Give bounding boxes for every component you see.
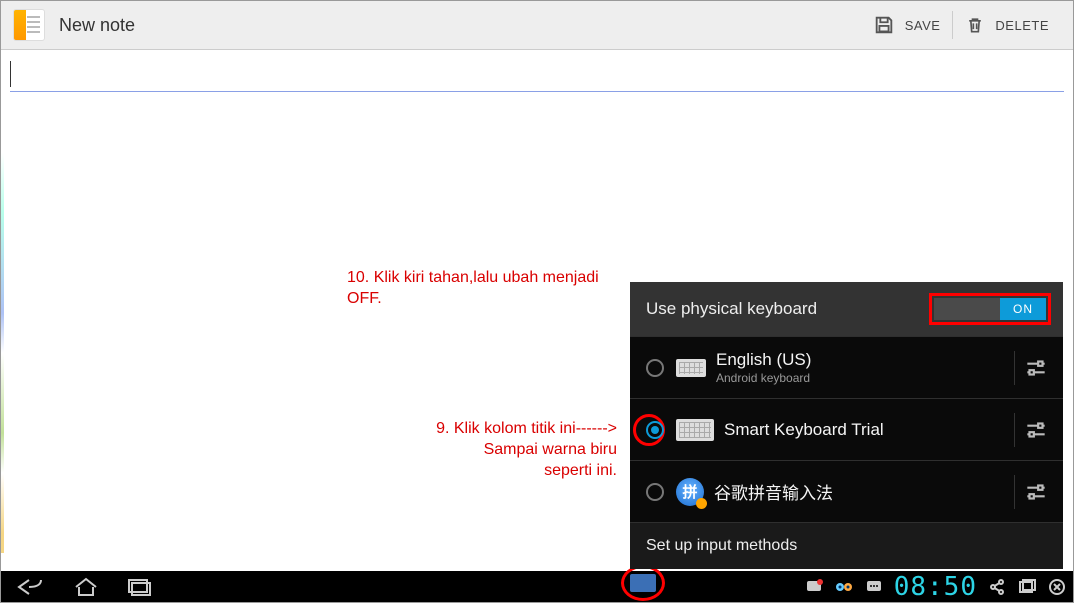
save-button[interactable]: SAVE — [861, 1, 953, 49]
setup-input-methods-button[interactable]: Set up input methods — [630, 522, 1063, 569]
action-bar: New note SAVE DELETE — [1, 1, 1073, 50]
close-icon[interactable] — [1047, 577, 1067, 597]
ime-labels: Smart Keyboard Trial — [724, 420, 1006, 440]
status-icons: 08:50 — [804, 571, 1067, 602]
ime-header: Use physical keyboard ON — [630, 282, 1063, 336]
separator — [1014, 413, 1015, 447]
ime-option-google-pinyin[interactable]: 拼 谷歌拼音输入法 — [630, 460, 1063, 522]
page-title: New note — [59, 15, 861, 36]
screenshot-icon[interactable] — [1017, 577, 1037, 597]
status-clock: 08:50 — [894, 572, 977, 602]
bbm-notification-icon[interactable] — [804, 577, 824, 597]
owl-notification-icon[interactable] — [834, 577, 854, 597]
annotation-highlight-circle — [621, 565, 665, 601]
home-button[interactable] — [73, 577, 99, 597]
input-method-popup: Use physical keyboard ON English (US) An… — [630, 282, 1063, 569]
toggle-on-label: ON — [1000, 298, 1046, 320]
ruled-line — [10, 91, 1064, 92]
annotation-highlight-box: ON — [929, 293, 1051, 325]
ime-labels: English (US) Android keyboard — [716, 350, 1006, 385]
ime-settings-button[interactable] — [1023, 417, 1049, 443]
text-cursor — [10, 61, 11, 87]
ime-settings-button[interactable] — [1023, 355, 1049, 381]
navigation-bar: 08:50 — [1, 571, 1073, 602]
annotation-step-9: 9. Klik kolom titik ini------> Sampai wa… — [417, 419, 617, 481]
radio-unchecked-icon[interactable] — [646, 483, 664, 501]
notes-app-icon[interactable] — [13, 9, 45, 41]
trash-icon — [965, 14, 985, 36]
ime-labels: 谷歌拼音输入法 — [714, 479, 1006, 504]
separator — [1014, 475, 1015, 509]
radio-checked-icon[interactable] — [646, 421, 664, 439]
save-label: SAVE — [905, 18, 941, 33]
annotation-step-10: 10. Klik kiri tahan,lalu ubah menjadi OF… — [347, 268, 602, 310]
pinyin-icon: 拼 — [676, 478, 704, 506]
ime-option-title: Smart Keyboard Trial — [724, 420, 1006, 440]
recent-apps-button[interactable] — [127, 578, 151, 596]
nav-buttons — [9, 577, 151, 597]
ime-option-title: English (US) — [716, 350, 1006, 370]
ime-option-english[interactable]: English (US) Android keyboard — [630, 336, 1063, 398]
decorative-edge — [1, 53, 4, 553]
keyboard-icon — [676, 359, 706, 377]
annotation-line: 9. Klik kolom titik ini------> — [417, 419, 617, 440]
radio-unchecked-icon[interactable] — [646, 359, 664, 377]
delete-label: DELETE — [995, 18, 1049, 33]
ime-option-smart-keyboard[interactable]: Smart Keyboard Trial — [630, 398, 1063, 460]
physical-keyboard-toggle[interactable]: ON — [934, 298, 1046, 320]
annotation-line: Sampai warna biru — [417, 440, 617, 461]
ime-settings-button[interactable] — [1023, 479, 1049, 505]
delete-button[interactable]: DELETE — [953, 1, 1061, 49]
keyboard-notification-icon[interactable] — [630, 574, 656, 592]
save-icon — [873, 14, 895, 36]
window: New note SAVE DELETE 10. Klik kiri tahan… — [0, 0, 1074, 603]
back-button[interactable] — [15, 577, 45, 597]
annotation-line: seperti ini. — [417, 461, 617, 482]
ime-option-title: 谷歌拼音输入法 — [714, 479, 1006, 504]
separator — [1014, 351, 1015, 385]
ime-option-subtitle: Android keyboard — [716, 371, 1006, 385]
ime-header-title: Use physical keyboard — [646, 299, 817, 319]
share-icon[interactable] — [987, 577, 1007, 597]
keyboard-icon — [676, 419, 714, 441]
bbm-icon[interactable] — [864, 577, 884, 597]
